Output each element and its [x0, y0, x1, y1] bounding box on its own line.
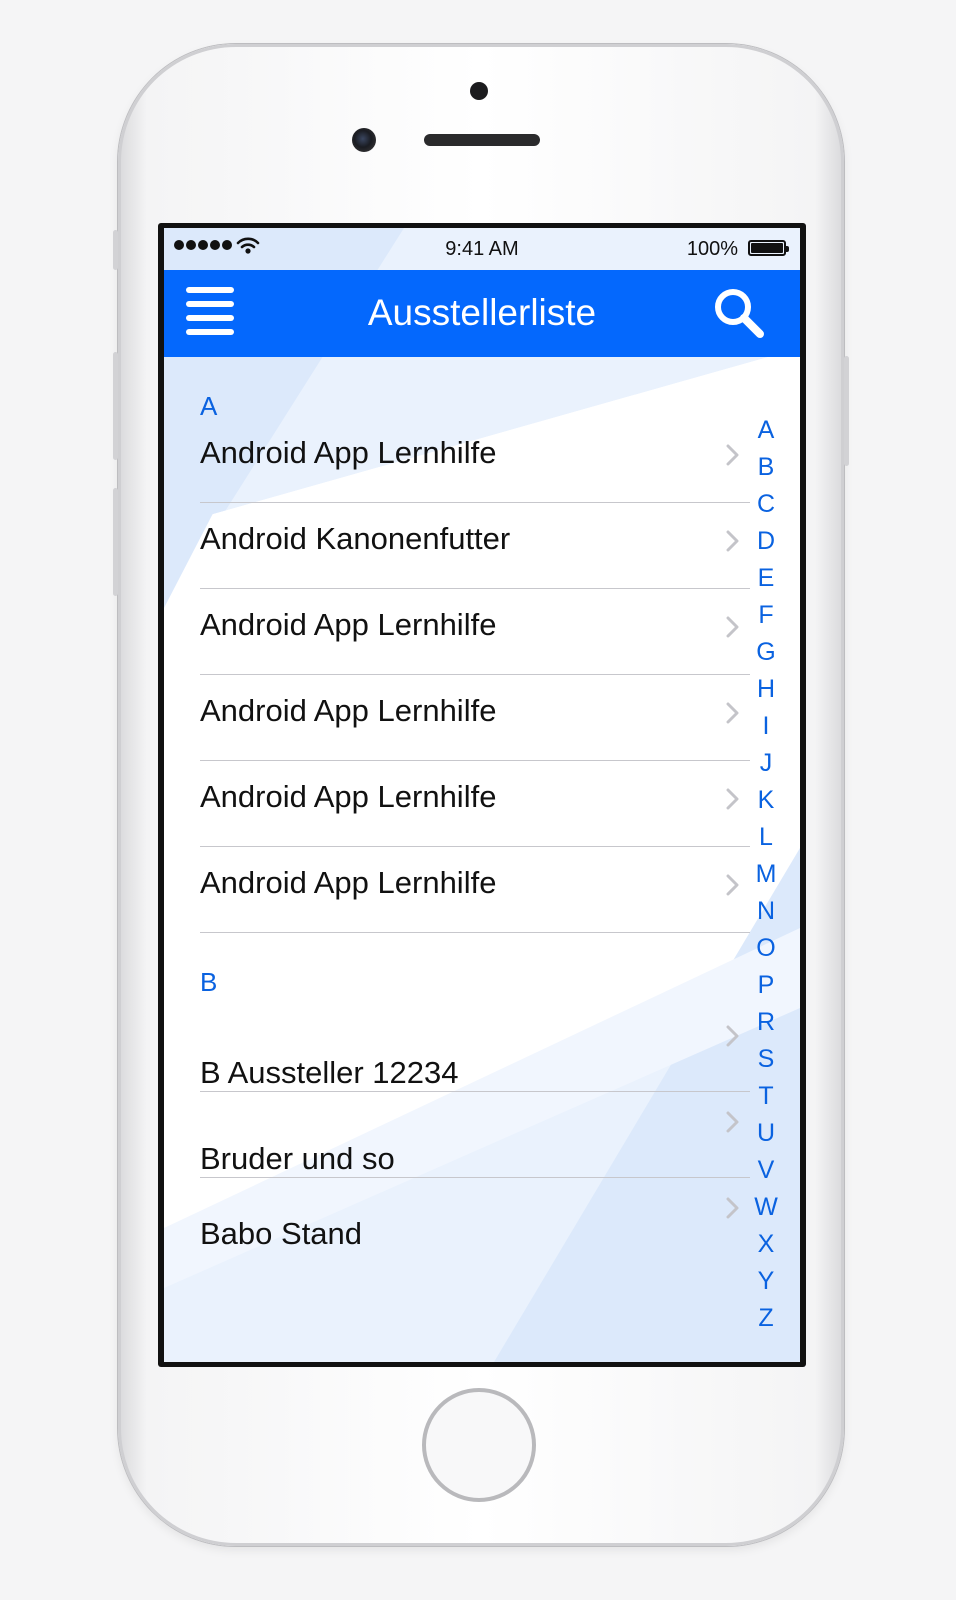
list-item[interactable]: Android App Lernhilfe: [200, 847, 750, 935]
chevron-right-icon: [726, 874, 739, 896]
list-item-label: Android App Lernhilfe: [200, 779, 497, 814]
proximity-sensor: [470, 82, 488, 100]
list-item[interactable]: Android App Lernhilfe: [200, 675, 750, 763]
index-letter-v[interactable]: V: [748, 1152, 784, 1189]
mute-switch: [113, 230, 118, 270]
list-item[interactable]: Android App Lernhilfe: [200, 589, 750, 677]
status-bar: 9:41 AM 100%: [164, 228, 800, 270]
front-camera: [352, 128, 376, 152]
earpiece-speaker: [424, 134, 540, 146]
list-item[interactable]: Android App Lernhilfe: [200, 417, 750, 505]
index-letter-o[interactable]: O: [748, 930, 784, 967]
list-item[interactable]: B Aussteller 12234: [200, 1007, 750, 1095]
chevron-right-icon: [726, 1025, 739, 1047]
index-letter-u[interactable]: U: [748, 1115, 784, 1152]
list-item[interactable]: Bruder und so: [200, 1093, 750, 1181]
index-letter-m[interactable]: M: [748, 856, 784, 893]
index-letter-j[interactable]: J: [748, 745, 784, 782]
volume-down-button: [113, 488, 118, 596]
index-letter-l[interactable]: L: [748, 819, 784, 856]
index-letter-f[interactable]: F: [748, 597, 784, 634]
battery-percentage: 100%: [686, 238, 738, 260]
index-letter-k[interactable]: K: [748, 782, 784, 819]
page-title: Ausstellerliste: [367, 292, 597, 333]
list-item-label: Android App Lernhilfe: [200, 435, 497, 470]
power-button: [844, 356, 849, 466]
index-letter-y[interactable]: Y: [748, 1263, 784, 1300]
row-divider: [200, 1177, 750, 1178]
chevron-right-icon: [726, 530, 739, 552]
alphabet-index: ABCDEFGHIJKLMNOPRSTUVWXYZ: [748, 412, 784, 1337]
index-letter-t[interactable]: T: [748, 1078, 784, 1115]
list-item-label: Android App Lernhilfe: [200, 865, 497, 900]
chevron-right-icon: [726, 1111, 739, 1133]
list-item-label: Bruder und so: [200, 1141, 395, 1176]
index-letter-r[interactable]: R: [748, 1004, 784, 1041]
battery-icon: [748, 240, 789, 256]
index-letter-d[interactable]: D: [748, 523, 784, 560]
index-letter-n[interactable]: N: [748, 893, 784, 930]
chevron-right-icon: [726, 788, 739, 810]
list-item-label: Android App Lernhilfe: [200, 693, 497, 728]
list-item[interactable]: Android Kanonenfutter: [200, 503, 750, 591]
row-divider: [200, 932, 750, 933]
section-header: B: [200, 967, 218, 997]
index-letter-b[interactable]: B: [748, 449, 784, 486]
list-item[interactable]: Babo Stand: [200, 1179, 750, 1267]
index-letter-g[interactable]: G: [748, 634, 784, 671]
index-letter-s[interactable]: S: [748, 1041, 784, 1078]
list-item[interactable]: Android App Lernhilfe: [200, 761, 750, 849]
index-letter-x[interactable]: X: [748, 1226, 784, 1263]
chevron-right-icon: [726, 1197, 739, 1219]
app-screen: 9:41 AM 100% Ausstellerliste A Android Ap…: [164, 228, 800, 1362]
list-item-label: Android App Lernhilfe: [200, 607, 497, 642]
list-item-label: Android Kanonenfutter: [200, 521, 511, 556]
index-letter-z[interactable]: Z: [748, 1300, 784, 1337]
chevron-right-icon: [726, 616, 739, 638]
index-letter-h[interactable]: H: [748, 671, 784, 708]
home-button[interactable]: [422, 1388, 536, 1502]
row-divider: [200, 1091, 750, 1092]
index-letter-w[interactable]: W: [748, 1189, 784, 1226]
index-letter-c[interactable]: C: [748, 486, 784, 523]
index-letter-p[interactable]: P: [748, 967, 784, 1004]
index-letter-i[interactable]: I: [748, 708, 784, 745]
navigation-bar: Ausstellerliste: [164, 270, 800, 357]
list-item-label: Babo Stand: [200, 1216, 363, 1251]
chevron-right-icon: [726, 702, 739, 724]
search-icon[interactable]: [712, 286, 766, 340]
index-letter-e[interactable]: E: [748, 560, 784, 597]
chevron-right-icon: [726, 444, 739, 466]
volume-up-button: [113, 352, 118, 460]
list-item-label: B Aussteller 12234: [200, 1055, 459, 1090]
index-letter-a[interactable]: A: [748, 412, 784, 449]
